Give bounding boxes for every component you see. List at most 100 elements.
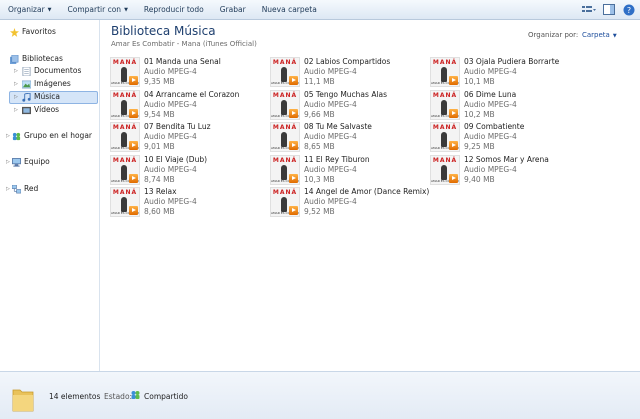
nav-homegroup[interactable]: Grupo en el hogar (12, 130, 92, 142)
share-button[interactable]: Compartir con ▼ (60, 0, 136, 20)
thumb-artist: MANÁ (112, 156, 138, 164)
play-icon (129, 141, 138, 150)
file-item[interactable]: MANÁ AMAR ES COMBATIR 04 Arrancame el Cora… (110, 89, 260, 120)
play-icon (289, 108, 298, 118)
nav-music[interactable]: Música (22, 91, 60, 103)
nav-favorites[interactable]: Favoritos (10, 26, 56, 38)
play-icon (289, 173, 298, 183)
file-item[interactable]: MANÁ AMAR ES COMBATIR 10 El Viaje (Dub) Aud… (110, 154, 260, 185)
expand-arrow-icon[interactable]: ▷ (6, 186, 10, 192)
file-item[interactable]: MANÁ AMAR ES COMBATIR 12 Somos Mar y Arena… (430, 154, 580, 185)
folder-icon (12, 389, 34, 412)
file-name: 03 Ojala Pudiera Borrarte (464, 57, 560, 66)
file-name: 09 Combatiente (464, 122, 525, 131)
preview-pane-icon[interactable] (602, 3, 616, 16)
nav-videos[interactable]: Vídeos (22, 104, 59, 116)
file-type: Audio MPEG-4 (304, 197, 357, 206)
file-size: 9,54 MB (144, 109, 175, 119)
file-item[interactable]: MANÁ AMAR ES COMBATIR 09 Combatiente Audio … (430, 122, 580, 152)
file-item[interactable]: MANÁ AMAR ES COMBATIR 06 Dime Luna Audio MP… (430, 89, 580, 120)
nav-libraries[interactable]: Bibliotecas (10, 53, 63, 65)
thumb-artist: MANÁ (432, 156, 458, 164)
album-art-thumbnail: MANÁ AMAR ES COMBATIR (270, 57, 300, 87)
expand-arrow-icon[interactable]: ▷ (14, 68, 18, 74)
file-name: 04 Arrancame el Corazon (144, 89, 240, 99)
thumb-artist: MANÁ (112, 59, 138, 66)
album-art-thumbnail: MANÁ AMAR ES COMBATIR (270, 154, 300, 185)
thumb-artist: MANÁ (432, 59, 458, 66)
view-options-icon[interactable] (582, 3, 596, 16)
nav-documents-label: Documentos (34, 66, 82, 75)
file-type: Audio MPEG-4 (144, 164, 197, 174)
album-art-thumbnail: MANÁ AMAR ES COMBATIR (430, 122, 460, 152)
expand-arrow-icon[interactable]: ▷ (6, 159, 10, 165)
new-folder-button[interactable]: Nueva carpeta (254, 0, 325, 20)
nav-computer[interactable]: Equipo (12, 156, 50, 168)
thumb-artist: MANÁ (272, 59, 298, 66)
file-size: 9,40 MB (464, 174, 495, 184)
album-art-thumbnail: MANÁ AMAR ES COMBATIR (430, 154, 460, 185)
help-icon[interactable]: ? (622, 3, 636, 16)
chevron-down-icon: ▼ (612, 33, 617, 39)
file-type: Audio MPEG-4 (304, 132, 357, 141)
toolbar-right-group: ? (582, 3, 636, 16)
content-pane: Biblioteca Música Amar Es Combatir - Man… (100, 20, 640, 371)
nav-images[interactable]: Imágenes (21, 78, 71, 90)
videos-icon (22, 106, 31, 115)
network-icon (11, 184, 22, 194)
play-icon (129, 76, 138, 85)
file-item[interactable]: MANÁ AMAR ES COMBATIR 13 Relax Audio MPEG-4… (110, 187, 260, 217)
file-item[interactable]: MANÁ AMAR ES COMBATIR 01 Manda una Senal Au… (110, 57, 260, 87)
thumb-figure (281, 99, 287, 115)
play-icon (129, 206, 138, 215)
file-name: 07 Bendita Tu Luz (144, 122, 211, 131)
file-size: 9,25 MB (464, 142, 495, 151)
thumb-figure (281, 67, 287, 82)
nav-favorites-label: Favoritos (22, 27, 56, 36)
library-subtitle: Amar Es Combatir - Mana (iTunes Official… (111, 40, 257, 48)
file-name: 13 Relax (144, 187, 177, 196)
file-item[interactable]: MANÁ AMAR ES COMBATIR 02 Labios Compartido… (270, 57, 420, 87)
expand-arrow-icon[interactable]: ▷ (14, 94, 18, 100)
nav-documents[interactable]: Documentos (22, 65, 81, 77)
nav-network[interactable]: Red (11, 183, 38, 195)
file-size: 11,1 MB (304, 77, 335, 86)
file-item[interactable]: MANÁ AMAR ES COMBATIR 11 El Rey Tiburon Aud… (270, 154, 420, 185)
file-item[interactable]: MANÁ AMAR ES COMBATIR 03 Ojala Pudiera Bor… (430, 57, 580, 87)
shared-icon (131, 391, 140, 399)
documents-icon (22, 66, 31, 76)
album-art-thumbnail: MANÁ AMAR ES COMBATIR (270, 89, 300, 120)
file-item[interactable]: MANÁ AMAR ES COMBATIR 08 Tu Me Salvaste Aud… (270, 122, 420, 152)
arrange-by-dropdown[interactable]: Carpeta ▼ (582, 31, 617, 39)
expand-arrow-icon[interactable]: ▷ (14, 107, 18, 113)
file-name: 12 Somos Mar y Arena (464, 154, 549, 164)
file-item[interactable]: MANÁ AMAR ES COMBATIR 14 Angel de Amor (Da… (270, 187, 429, 217)
organize-label: Organizar (8, 4, 45, 14)
star-icon (10, 27, 19, 37)
play-icon (449, 108, 458, 118)
nav-computer-label: Equipo (24, 157, 50, 166)
organize-button[interactable]: Organizar ▼ (0, 0, 60, 20)
file-name: 11 El Rey Tiburon (304, 154, 370, 164)
file-name: 08 Tu Me Salvaste (304, 122, 372, 131)
expand-arrow-icon[interactable]: ▷ (14, 81, 18, 87)
expand-arrow-icon[interactable]: ▷ (6, 133, 10, 139)
thumb-figure (281, 197, 287, 212)
play-icon (449, 76, 458, 85)
file-type: Audio MPEG-4 (464, 132, 517, 141)
file-item[interactable]: MANÁ AMAR ES COMBATIR 05 Tengo Muchas Alas… (270, 89, 420, 120)
play-all-button[interactable]: Reproducir todo (136, 0, 212, 20)
navigation-pane: Favoritos Bibliotecas ▷ Documentos ▷ Imá… (0, 20, 100, 371)
thumb-artist: MANÁ (272, 156, 298, 164)
album-art-thumbnail: MANÁ AMAR ES COMBATIR (110, 187, 140, 217)
chevron-down-icon: ▼ (47, 6, 52, 13)
file-name: 14 Angel de Amor (Dance Remix) (304, 187, 430, 196)
file-type: Audio MPEG-4 (144, 99, 197, 109)
album-art-thumbnail: MANÁ AMAR ES COMBATIR (430, 89, 460, 120)
burn-button[interactable]: Grabar (212, 0, 254, 20)
file-name: 05 Tengo Muchas Alas (304, 89, 388, 99)
library-icon (10, 54, 19, 64)
file-name: 10 El Viaje (Dub) (144, 154, 208, 164)
homegroup-icon (12, 132, 21, 141)
file-item[interactable]: MANÁ AMAR ES COMBATIR 07 Bendita Tu Luz Aud… (110, 122, 260, 152)
